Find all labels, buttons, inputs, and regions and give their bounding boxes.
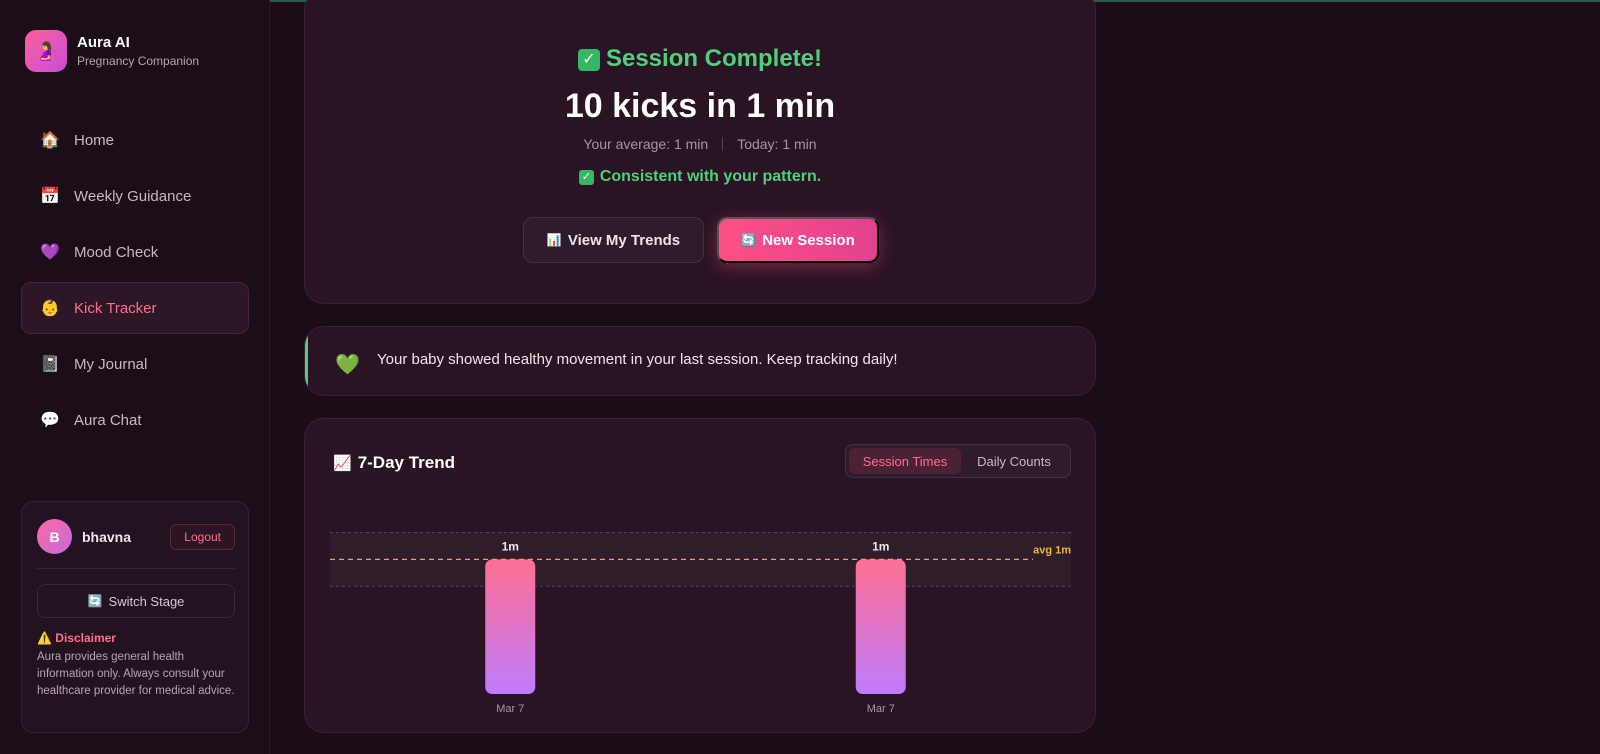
sidebar-item-label: Home: [74, 131, 115, 149]
new-session-label: New Session: [762, 231, 855, 249]
bar-value-label: 1m: [502, 539, 519, 553]
bar-chart-icon: 📊: [546, 233, 562, 247]
x-tick-label: Mar 7: [496, 703, 524, 715]
sidebar-item-home[interactable]: 🏠 Home: [21, 114, 249, 166]
sidebar-item-aura-chat[interactable]: 💬 Aura Chat: [21, 394, 249, 446]
sidebar-item-label: Kick Tracker: [74, 299, 157, 317]
consistency-text: Consistent with your pattern.: [599, 168, 822, 185]
x-tick-label: Mar 7: [867, 703, 895, 715]
new-session-button[interactable]: 🔄 New Session: [717, 217, 879, 263]
sidebar-item-kick-tracker[interactable]: 👶 Kick Tracker: [21, 282, 249, 334]
speech-bubble-icon: 💬: [40, 412, 60, 429]
sidebar-nav: 🏠 Home 📅 Weekly Guidance 💜 Mood Check 👶 …: [21, 114, 249, 450]
accent-bar: [305, 327, 308, 395]
check-icon: ✓: [578, 170, 594, 185]
notebook-icon: 📓: [40, 356, 60, 373]
stat-divider: [722, 137, 724, 151]
check-icon: ✓: [577, 49, 600, 71]
kick-result: 10 kicks in 1 min: [564, 87, 836, 125]
today-stat: Today: 1 min: [737, 136, 817, 152]
username: bhavna: [82, 528, 132, 545]
session-stats: Your average: 1 min Today: 1 min: [305, 136, 1095, 152]
bar-value-label: 1m: [872, 539, 889, 553]
sidebar-item-label: My Journal: [74, 355, 148, 373]
app-tagline: Pregnancy Companion: [77, 54, 200, 68]
session-title: ✓ Session Complete!: [305, 45, 1095, 73]
logout-button[interactable]: Logout: [170, 523, 235, 550]
house-icon: 🏠: [40, 132, 60, 149]
user-panel: B bhavna Logout 🔄 Switch Stage ⚠️ Discla…: [21, 501, 249, 733]
view-trends-label: View My Trends: [567, 231, 681, 249]
sidebar-item-label: Weekly Guidance: [74, 187, 192, 205]
refresh-icon: 🔄: [741, 233, 757, 247]
health-message-card: 💚 Your baby showed healthy movement in y…: [304, 326, 1096, 396]
average-stat: Your average: 1 min: [583, 136, 709, 152]
disclaimer-title: ⚠️ Disclaimer: [37, 631, 116, 645]
health-message: Your baby showed healthy movement in you…: [377, 351, 898, 368]
sidebar-item-my-journal[interactable]: 📓 My Journal: [21, 338, 249, 390]
avatar: B: [37, 519, 72, 554]
switch-stage-button[interactable]: 🔄 Switch Stage: [37, 584, 235, 618]
divider: [37, 568, 235, 569]
trend-chart: 1m Mar 7 1m Mar 7 avg 1m: [330, 531, 1071, 715]
trend-card: 📈 7-Day Trend Session Times Daily Counts …: [304, 418, 1096, 733]
green-heart-icon: 💚: [335, 354, 360, 376]
sidebar: 🤰 Aura AI Pregnancy Companion 🏠 Home 📅 W…: [0, 0, 270, 754]
calendar-icon: 📅: [40, 188, 60, 205]
chart-bar: [485, 559, 536, 694]
consistency-status: ✓ Consistent with your pattern.: [305, 168, 1095, 186]
baby-icon: 👶: [40, 300, 60, 317]
session-title-text: Session Complete!: [605, 45, 823, 72]
disclaimer-text: Aura provides general health information…: [37, 651, 235, 697]
chart-bar: [855, 559, 906, 694]
sidebar-item-label: Aura Chat: [74, 411, 142, 429]
refresh-icon: 🔄: [87, 594, 103, 608]
sidebar-item-label: Mood Check: [74, 243, 159, 261]
brand[interactable]: 🤰 Aura AI Pregnancy Companion: [25, 30, 199, 72]
switch-stage-label: Switch Stage: [108, 593, 185, 609]
session-complete-card: ✓ Session Complete! 10 kicks in 1 min You…: [304, 0, 1096, 304]
sidebar-item-weekly-guidance[interactable]: 📅 Weekly Guidance: [21, 170, 249, 222]
pregnant-person-icon: 🤰: [25, 30, 67, 72]
view-trends-button[interactable]: 📊 View My Trends: [523, 217, 704, 263]
average-label: avg 1m: [1033, 544, 1071, 556]
app-name: Aura AI: [77, 34, 130, 51]
sidebar-item-mood-check[interactable]: 💜 Mood Check: [21, 226, 249, 278]
purple-heart-icon: 💜: [40, 244, 60, 261]
